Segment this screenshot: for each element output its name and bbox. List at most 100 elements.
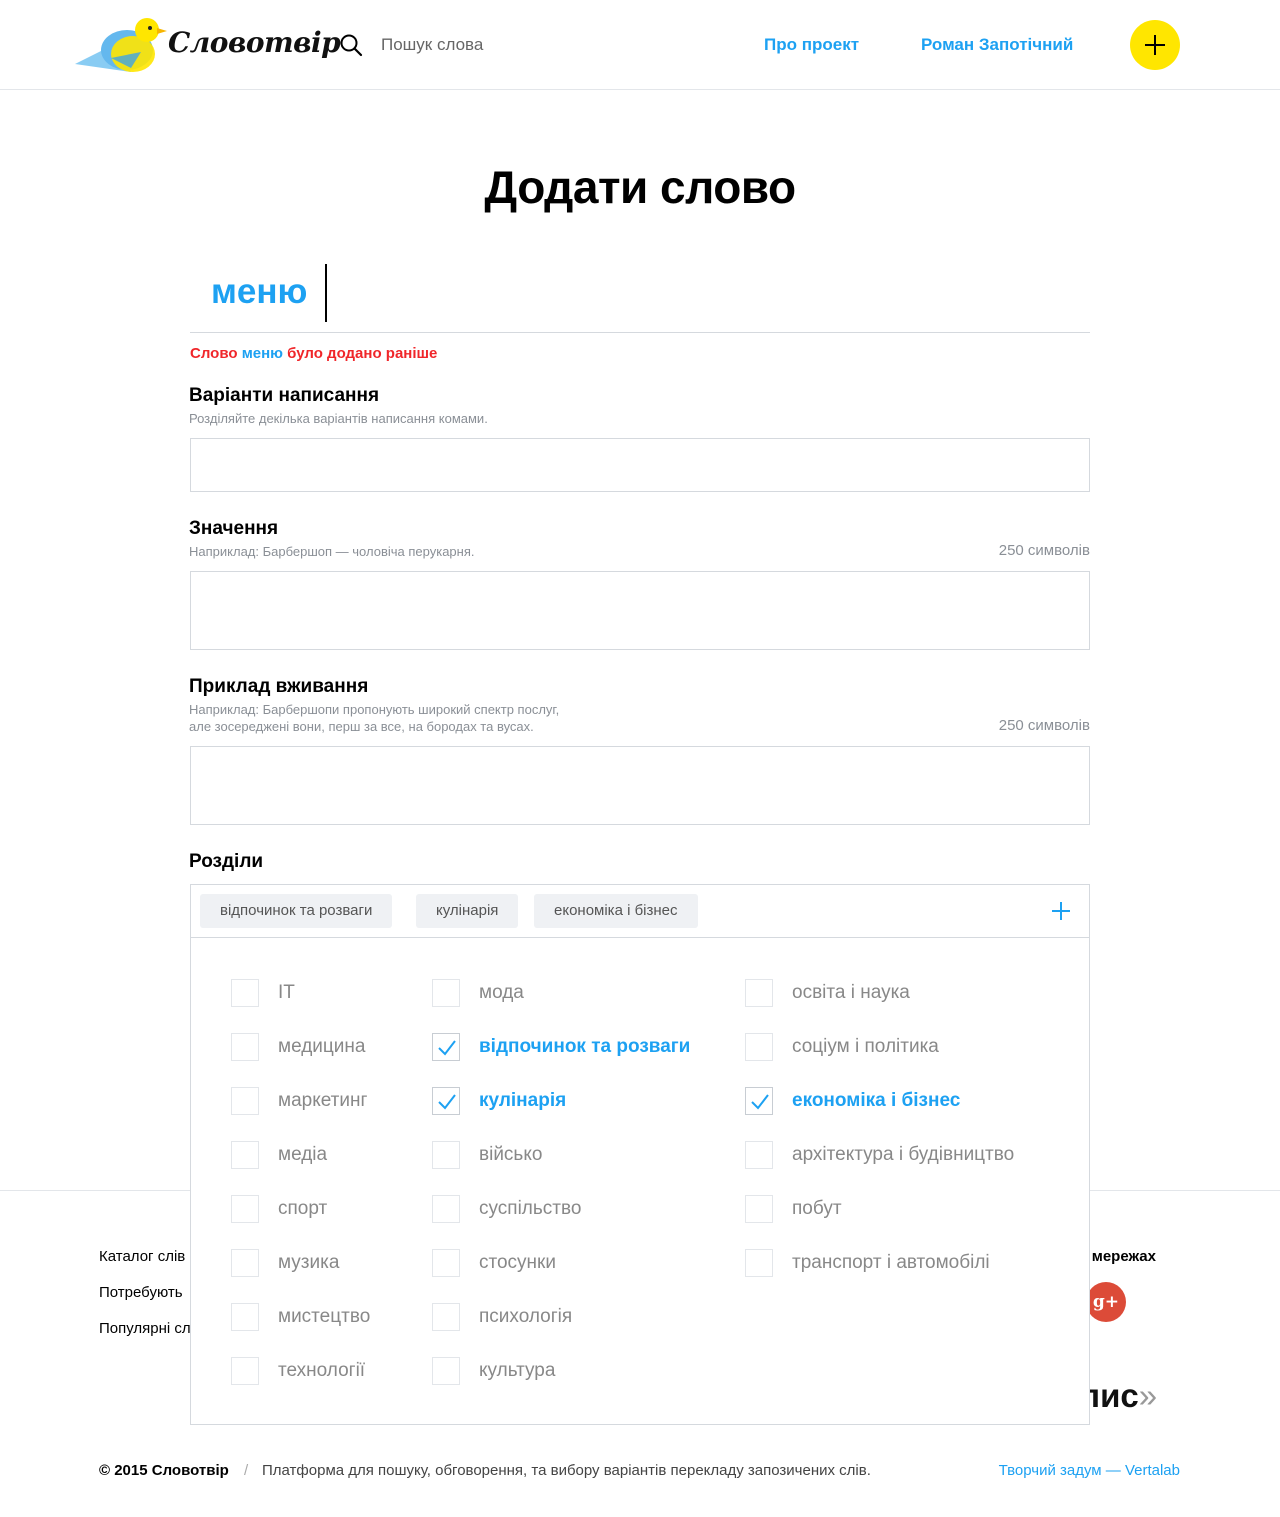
credits-link[interactable]: Творчий задум — Vertalab bbox=[999, 1462, 1180, 1479]
category-option[interactable]: спорт bbox=[231, 1195, 327, 1223]
spellings-field[interactable] bbox=[190, 438, 1090, 492]
spellings-hint: Розділяйте декілька варіантів написання … bbox=[189, 411, 488, 426]
warning-word[interactable]: меню bbox=[242, 345, 283, 362]
check-icon bbox=[438, 1094, 456, 1110]
section-chip[interactable]: кулінарія bbox=[416, 894, 519, 928]
nav-about-link[interactable]: Про проект bbox=[764, 35, 859, 55]
section-chip[interactable]: економіка і бізнес bbox=[534, 894, 698, 928]
category-option[interactable]: соціум і політика bbox=[745, 1033, 939, 1061]
category-option[interactable]: суспільство bbox=[432, 1195, 581, 1223]
checkbox[interactable] bbox=[231, 1033, 259, 1061]
category-option[interactable]: маркетинг bbox=[231, 1087, 367, 1115]
sections-selector: відпочинок та розваги кулінарія економік… bbox=[190, 884, 1090, 1425]
footer-link-catalog[interactable]: Каталог слів bbox=[99, 1248, 185, 1265]
logo-text: Словотвір bbox=[168, 26, 341, 59]
category-label: економіка і бізнес bbox=[792, 1090, 961, 1111]
page-title: Додати слово bbox=[484, 161, 796, 213]
category-option[interactable]: стосунки bbox=[432, 1249, 556, 1277]
example-counter: 250 символів bbox=[998, 717, 1090, 734]
checkbox[interactable] bbox=[231, 1087, 259, 1115]
category-option[interactable]: мода bbox=[432, 979, 524, 1007]
checkbox[interactable] bbox=[231, 1249, 259, 1277]
footer-separator: / bbox=[244, 1462, 249, 1479]
plus-icon bbox=[1145, 35, 1165, 55]
category-option[interactable]: кулінарія bbox=[432, 1087, 566, 1115]
nav-user-link[interactable]: Роман Запотічний bbox=[921, 35, 1073, 55]
selected-sections: відпочинок та розваги кулінарія економік… bbox=[191, 885, 1089, 938]
category-label: мистецтво bbox=[278, 1306, 371, 1327]
checkbox[interactable] bbox=[745, 1033, 773, 1061]
meaning-counter: 250 символів bbox=[998, 542, 1090, 559]
footer-tagline: Платформа для пошуку, обговорення, та ви… bbox=[262, 1462, 871, 1479]
category-label: військо bbox=[479, 1144, 543, 1165]
category-option[interactable]: мистецтво bbox=[231, 1303, 370, 1331]
category-option[interactable]: військо bbox=[432, 1141, 542, 1169]
checkbox[interactable] bbox=[432, 1357, 460, 1385]
checkbox[interactable] bbox=[432, 1195, 460, 1223]
example-label: Приклад вживання bbox=[189, 676, 369, 697]
category-label: психологія bbox=[479, 1306, 573, 1327]
checkbox[interactable] bbox=[432, 1303, 460, 1331]
category-option[interactable]: економіка і бізнес bbox=[745, 1087, 960, 1115]
checkbox[interactable] bbox=[745, 1249, 773, 1277]
word-input[interactable]: меню bbox=[190, 262, 1090, 333]
category-label: архітектура і будівництво bbox=[792, 1144, 1015, 1165]
header: Словотвір Про проект Роман Запотічний bbox=[0, 0, 1280, 90]
category-option[interactable]: освіта і наука bbox=[745, 979, 910, 1007]
category-label: культура bbox=[479, 1360, 556, 1381]
footer-link-needed[interactable]: Потребують bbox=[99, 1284, 183, 1301]
sections-label: Розділи bbox=[189, 851, 264, 872]
category-option[interactable]: архітектура і будівництво bbox=[745, 1141, 1014, 1169]
footer-link-popular[interactable]: Популярні сл bbox=[99, 1320, 191, 1337]
checkbox[interactable] bbox=[745, 1195, 773, 1223]
checkbox-checked[interactable] bbox=[432, 1033, 460, 1061]
checkbox[interactable] bbox=[231, 979, 259, 1007]
google-plus-icon[interactable]: g+ bbox=[1086, 1282, 1126, 1322]
category-label: соціум і політика bbox=[792, 1036, 939, 1057]
example-field[interactable] bbox=[190, 746, 1090, 825]
search-input[interactable] bbox=[381, 31, 711, 59]
meaning-hint: Наприклад: Барбершоп — чоловіча перукарн… bbox=[189, 544, 475, 559]
word-value: меню bbox=[211, 272, 308, 311]
category-option[interactable]: відпочинок та розваги bbox=[432, 1033, 690, 1061]
checkbox-checked[interactable] bbox=[745, 1087, 773, 1115]
warning-prefix: Слово bbox=[190, 345, 238, 362]
checkbox[interactable] bbox=[231, 1141, 259, 1169]
copyright: © 2015 Словотвір bbox=[99, 1462, 229, 1479]
category-option[interactable]: технології bbox=[231, 1357, 365, 1385]
partner-arrow: » bbox=[1138, 1377, 1158, 1414]
add-section-button[interactable] bbox=[1049, 899, 1073, 923]
category-option[interactable]: медицина bbox=[231, 1033, 365, 1061]
category-option[interactable]: культура bbox=[432, 1357, 555, 1385]
check-icon bbox=[438, 1040, 456, 1056]
category-option[interactable]: медіа bbox=[231, 1141, 327, 1169]
category-label: стосунки bbox=[479, 1252, 556, 1273]
text-caret bbox=[325, 264, 327, 322]
category-option[interactable]: музика bbox=[231, 1249, 339, 1277]
checkbox[interactable] bbox=[745, 979, 773, 1007]
duplicate-word-warning: Слово меню було додано раніше bbox=[190, 345, 437, 362]
meaning-field[interactable] bbox=[190, 571, 1090, 650]
category-label: мода bbox=[479, 982, 524, 1003]
category-option[interactable]: психологія bbox=[432, 1303, 572, 1331]
category-label: медіа bbox=[278, 1144, 328, 1165]
add-word-button[interactable] bbox=[1130, 20, 1180, 70]
category-option[interactable]: IT bbox=[231, 979, 295, 1007]
section-chip[interactable]: відпочинок та розваги bbox=[200, 894, 393, 928]
checkbox[interactable] bbox=[432, 1141, 460, 1169]
checkbox-checked[interactable] bbox=[432, 1087, 460, 1115]
category-option[interactable]: побут bbox=[745, 1195, 842, 1223]
search-icon[interactable] bbox=[339, 33, 363, 57]
category-option[interactable]: транспорт і автомобілі bbox=[745, 1249, 990, 1277]
checkbox[interactable] bbox=[231, 1303, 259, 1331]
category-label: IT bbox=[278, 982, 295, 1003]
example-hint-line2: але зосереджені вони, перш за все, на бо… bbox=[189, 719, 534, 734]
checkbox[interactable] bbox=[432, 1249, 460, 1277]
checkbox[interactable] bbox=[231, 1195, 259, 1223]
category-label: освіта і наука bbox=[792, 982, 910, 1003]
checkbox[interactable] bbox=[231, 1357, 259, 1385]
checkbox[interactable] bbox=[745, 1141, 773, 1169]
category-label: спорт bbox=[278, 1198, 328, 1219]
checkbox[interactable] bbox=[432, 979, 460, 1007]
category-label: відпочинок та розваги bbox=[479, 1036, 691, 1057]
